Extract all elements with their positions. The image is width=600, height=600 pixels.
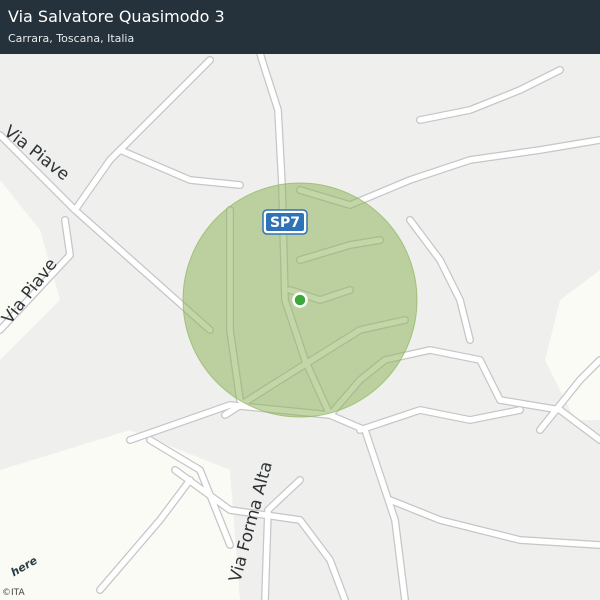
route-shield-label: SP7 — [270, 215, 300, 231]
location-header: Via Salvatore Quasimodo 3 Carrara, Tosca… — [0, 0, 600, 54]
route-shield-sp7: SP7 — [262, 209, 308, 235]
address-subtitle: Carrara, Toscana, Italia — [8, 32, 135, 45]
address-title: Via Salvatore Quasimodo 3 — [8, 7, 225, 26]
location-marker[interactable] — [292, 292, 308, 308]
map-canvas[interactable]: SP7 Via Piave Via Piave Via Forma Alta — [0, 0, 600, 600]
copyright-notice: ©ITA — [2, 588, 25, 598]
